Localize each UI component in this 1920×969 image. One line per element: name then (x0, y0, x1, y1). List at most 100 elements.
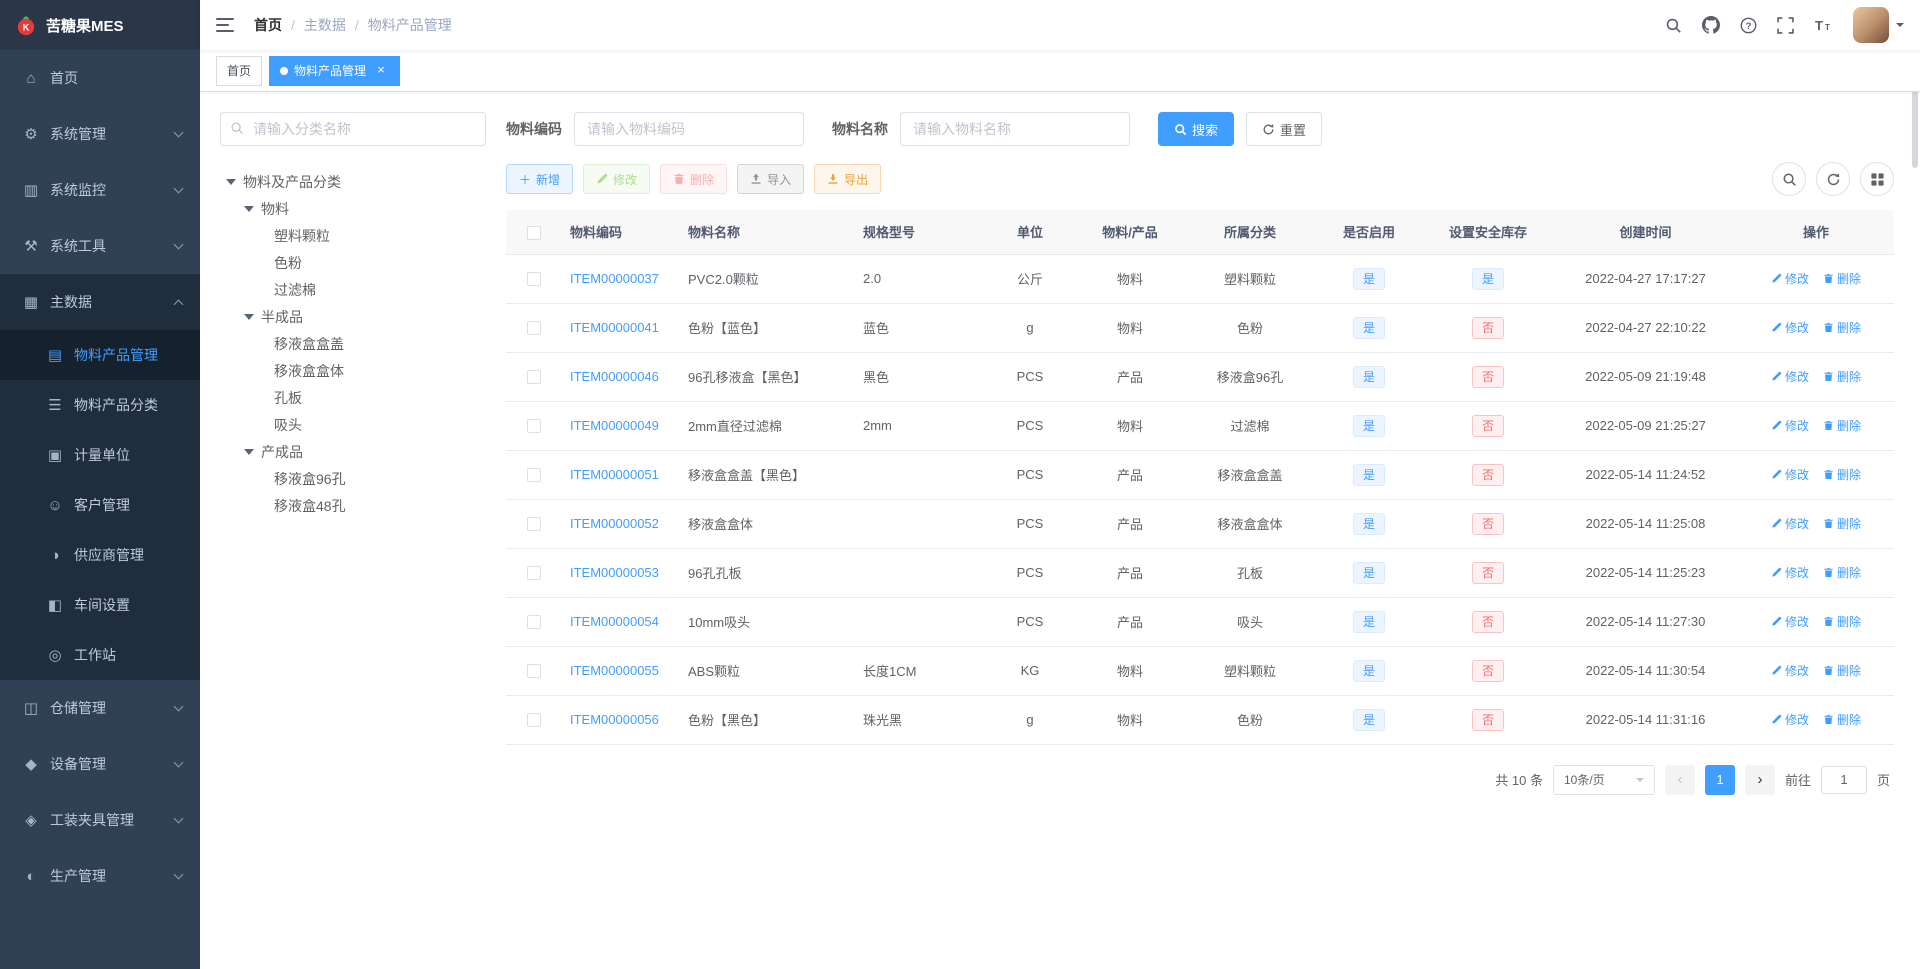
user-avatar[interactable] (1853, 7, 1889, 43)
row-checkbox[interactable] (527, 321, 541, 336)
row-edit-button[interactable]: 修改 (1771, 270, 1809, 287)
sidebar-item-supplier-management[interactable]: ◑ 供应商管理 (0, 530, 200, 580)
sidebar-item-warehouse-management[interactable]: ◫ 仓储管理 (0, 680, 200, 736)
tab-物料产品管理[interactable]: 物料产品管理 × (269, 55, 401, 86)
columns-button[interactable] (1860, 162, 1894, 196)
goto-page-input[interactable] (1820, 765, 1867, 794)
row-checkbox[interactable] (527, 419, 541, 434)
item-code-link[interactable]: ITEM00000055 (570, 663, 659, 678)
tree-caret-down-icon[interactable] (244, 448, 254, 455)
row-delete-button[interactable]: 删除 (1823, 662, 1861, 679)
row-checkbox[interactable] (527, 615, 541, 630)
row-edit-button[interactable]: 修改 (1771, 613, 1809, 630)
edit-button[interactable]: 修改 (583, 164, 651, 194)
code-filter-input[interactable] (574, 112, 804, 146)
row-edit-button[interactable]: 修改 (1771, 319, 1809, 336)
tree-node[interactable]: 移液盒盒盖 (220, 330, 486, 357)
sidebar-item-production-management[interactable]: ◐ 生产管理 (0, 848, 200, 904)
row-edit-button[interactable]: 修改 (1771, 417, 1809, 434)
next-page-button[interactable]: › (1744, 764, 1775, 795)
breadcrumb-item[interactable]: 主数据 (304, 15, 346, 35)
select-all-checkbox[interactable] (527, 225, 541, 240)
sidebar-item-tooling-fixture-management[interactable]: ◈ 工装夹具管理 (0, 792, 200, 848)
search-button[interactable]: 搜索 (1158, 112, 1235, 146)
row-delete-button[interactable]: 删除 (1823, 417, 1861, 434)
tree-node[interactable]: 过滤棉 (220, 276, 486, 303)
row-delete-button[interactable]: 删除 (1823, 270, 1861, 287)
row-checkbox[interactable] (527, 664, 541, 679)
fullscreen-icon[interactable] (1767, 16, 1804, 34)
tree-caret-down-icon[interactable] (226, 178, 236, 185)
sidebar-item-customer-management[interactable]: ☺ 客户管理 (0, 480, 200, 530)
toggle-search-button[interactable] (1772, 162, 1806, 196)
row-edit-button[interactable]: 修改 (1771, 466, 1809, 483)
import-button[interactable]: 导入 (737, 164, 805, 194)
row-edit-button[interactable]: 修改 (1771, 564, 1809, 581)
item-code-link[interactable]: ITEM00000056 (570, 712, 659, 727)
sidebar-item-master-data[interactable]: ▦ 主数据 (0, 274, 200, 330)
row-edit-button[interactable]: 修改 (1771, 662, 1809, 679)
item-code-link[interactable]: ITEM00000037 (570, 271, 659, 286)
item-code-link[interactable]: ITEM00000054 (570, 614, 659, 629)
row-delete-button[interactable]: 删除 (1823, 515, 1861, 532)
tree-node[interactable]: 移液盒96孔 (220, 465, 486, 492)
item-code-link[interactable]: ITEM00000053 (570, 565, 659, 580)
tree-node[interactable]: 物料及产品分类 (220, 168, 486, 195)
sidebar-item-workshop-settings[interactable]: ◧ 车间设置 (0, 580, 200, 630)
row-checkbox[interactable] (527, 370, 541, 385)
refresh-button[interactable] (1816, 162, 1850, 196)
github-icon[interactable] (1692, 16, 1730, 34)
search-icon[interactable] (1655, 17, 1692, 34)
sidebar-item-workstation[interactable]: ◎ 工作站 (0, 630, 200, 680)
tree-node[interactable]: 产成品 (220, 438, 486, 465)
tree-node[interactable]: 物料 (220, 195, 486, 222)
sidebar-item-material-product-category[interactable]: ☰ 物料产品分类 (0, 380, 200, 430)
row-edit-button[interactable]: 修改 (1771, 711, 1809, 728)
row-checkbox[interactable] (527, 713, 541, 728)
row-delete-button[interactable]: 删除 (1823, 711, 1861, 728)
reset-button[interactable]: 重置 (1246, 112, 1323, 146)
tab-首页[interactable]: 首页 (216, 55, 263, 86)
row-checkbox[interactable] (527, 517, 541, 532)
row-checkbox[interactable] (527, 566, 541, 581)
prev-page-button[interactable]: ‹ (1664, 764, 1695, 795)
close-tab-icon[interactable]: × (373, 62, 389, 79)
tree-search-input[interactable] (220, 112, 486, 146)
tree-caret-down-icon[interactable] (244, 205, 254, 212)
item-code-link[interactable]: ITEM00000052 (570, 516, 659, 531)
row-delete-button[interactable]: 删除 (1823, 368, 1861, 385)
row-edit-button[interactable]: 修改 (1771, 515, 1809, 532)
tree-node[interactable]: 塑料颗粒 (220, 222, 486, 249)
page-size-select[interactable]: 10条/页 (1552, 764, 1655, 795)
name-filter-input[interactable] (900, 112, 1130, 146)
item-code-link[interactable]: ITEM00000041 (570, 320, 659, 335)
sidebar-toggle-icon[interactable] (216, 17, 236, 33)
delete-button[interactable]: 删除 (660, 164, 728, 194)
item-code-link[interactable]: ITEM00000051 (570, 467, 659, 482)
page-1-button[interactable]: 1 (1704, 764, 1735, 795)
tree-node[interactable]: 移液盒盒体 (220, 357, 486, 384)
app-logo[interactable]: K 苦糖果MES (0, 0, 200, 50)
item-code-link[interactable]: ITEM00000049 (570, 418, 659, 433)
add-button[interactable]: ＋新增 (506, 164, 574, 194)
sidebar-item-equipment-management[interactable]: ◆ 设备管理 (0, 736, 200, 792)
item-code-link[interactable]: ITEM00000046 (570, 369, 659, 384)
row-delete-button[interactable]: 删除 (1823, 564, 1861, 581)
user-menu[interactable] (1853, 7, 1904, 43)
tree-node[interactable]: 移液盒48孔 (220, 492, 486, 519)
tree-caret-down-icon[interactable] (244, 313, 254, 320)
row-delete-button[interactable]: 删除 (1823, 319, 1861, 336)
tree-node[interactable]: 色粉 (220, 249, 486, 276)
row-checkbox[interactable] (527, 272, 541, 287)
row-checkbox[interactable] (527, 468, 541, 483)
export-button[interactable]: 导出 (814, 164, 882, 194)
sidebar-item-system-tools[interactable]: ⚒ 系统工具 (0, 218, 200, 274)
tree-node[interactable]: 半成品 (220, 303, 486, 330)
row-edit-button[interactable]: 修改 (1771, 368, 1809, 385)
breadcrumb-item[interactable]: 首页 (254, 15, 282, 35)
row-delete-button[interactable]: 删除 (1823, 613, 1861, 630)
font-size-icon[interactable]: TT (1804, 17, 1843, 33)
help-icon[interactable]: ? (1730, 17, 1767, 34)
row-delete-button[interactable]: 删除 (1823, 466, 1861, 483)
tree-node[interactable]: 孔板 (220, 384, 486, 411)
